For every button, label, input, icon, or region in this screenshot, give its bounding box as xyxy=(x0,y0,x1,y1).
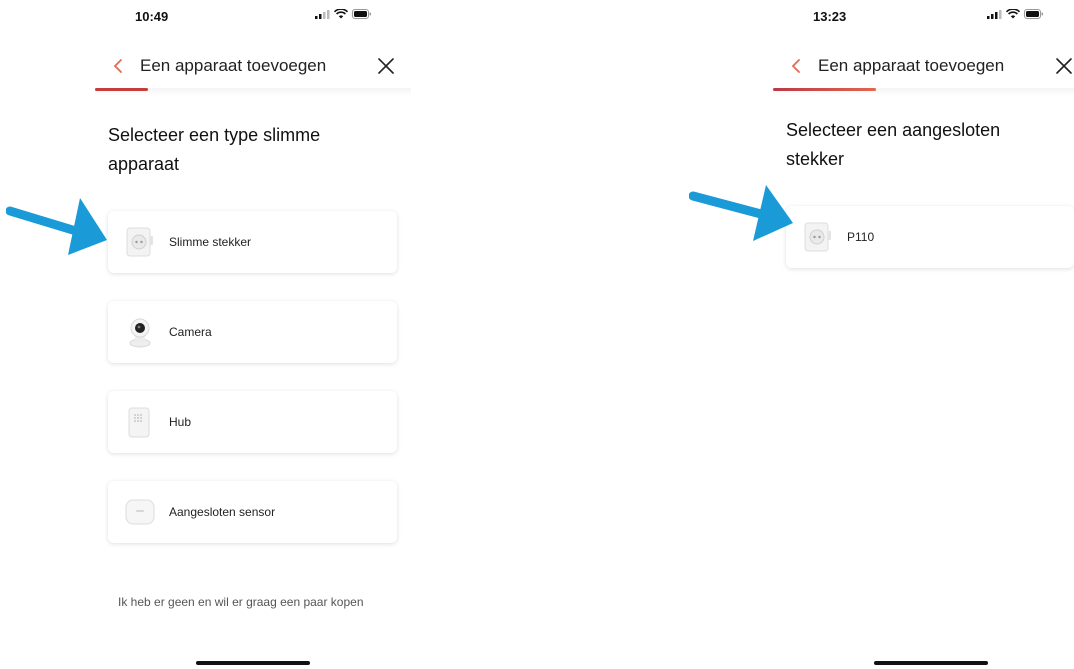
annotation-arrow-left xyxy=(6,198,107,255)
camera-icon xyxy=(129,318,151,348)
battery-icon xyxy=(1024,9,1043,19)
device-type-card-sensor[interactable]: Aangesloten sensor xyxy=(108,481,397,543)
nav-title: Een apparaat toevoegen xyxy=(140,56,327,75)
plug-model-card-p110[interactable]: P110 xyxy=(786,206,1074,268)
device-type-card-hub[interactable]: Hub xyxy=(108,391,397,453)
page-heading: Selecteer een aangesloten stekker xyxy=(786,120,1001,169)
buy-devices-link[interactable]: Ik heb er geen en wil er graag een paar … xyxy=(118,595,364,609)
smart-plug-icon xyxy=(126,227,153,257)
close-button[interactable] xyxy=(375,55,397,77)
hub-icon xyxy=(128,407,150,438)
status-icons xyxy=(315,9,372,19)
progress-fill xyxy=(95,88,148,91)
back-button[interactable] xyxy=(787,56,807,76)
progress-bar xyxy=(95,88,411,96)
home-indicator xyxy=(874,661,988,665)
nav-bar: Een apparaat toevoegen xyxy=(773,52,1074,82)
wifi-icon xyxy=(334,9,348,19)
smart-plug-icon xyxy=(804,222,831,252)
progress-fill xyxy=(773,88,876,91)
back-button[interactable] xyxy=(109,56,129,76)
nav-bar: Een apparaat toevoegen xyxy=(95,52,411,82)
phone-screen-left: 10:49 Een apparaat toevoegen Selecteer e… xyxy=(95,0,411,669)
card-label: Camera xyxy=(169,325,212,339)
card-label: Hub xyxy=(169,415,192,429)
close-button[interactable] xyxy=(1053,55,1074,77)
nav-title: Een apparaat toevoegen xyxy=(818,56,1005,75)
page-heading: Selecteer een type slimme apparaat xyxy=(108,125,321,174)
device-type-card-camera[interactable]: Camera xyxy=(108,301,397,363)
card-label: P110 xyxy=(847,230,875,244)
sensor-icon xyxy=(125,499,155,525)
status-time: 13:23 xyxy=(813,9,847,24)
progress-bar xyxy=(773,88,1074,96)
home-indicator xyxy=(196,661,310,665)
card-label: Slimme stekker xyxy=(169,235,252,249)
battery-icon xyxy=(352,9,371,19)
signal-icon xyxy=(987,9,1002,19)
phone-screen-right: 13:23 Een apparaat toevoegen Selecteer e… xyxy=(773,0,1074,669)
device-type-card-smart-plug[interactable]: Slimme stekker xyxy=(108,211,397,273)
annotation-arrow-right xyxy=(689,185,793,241)
status-icons xyxy=(987,9,1044,19)
signal-icon xyxy=(315,9,330,19)
card-label: Aangesloten sensor xyxy=(169,505,276,519)
wifi-icon xyxy=(1006,9,1020,19)
status-time: 10:49 xyxy=(135,9,169,24)
